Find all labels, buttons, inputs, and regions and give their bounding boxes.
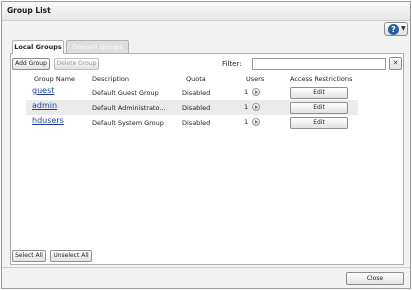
title-bar: Group List xyxy=(2,2,410,21)
group-link-guest[interactable]: guest xyxy=(32,86,54,95)
unselect-all-button[interactable]: Unselect All xyxy=(50,250,92,262)
show-users-icon[interactable] xyxy=(252,118,260,126)
group-quota: Disabled xyxy=(182,104,211,112)
group-description: Default Administrato... xyxy=(92,104,166,112)
group-description: Default Guest Group xyxy=(92,89,159,97)
edit-access-button[interactable]: Edit xyxy=(290,87,348,99)
close-button[interactable]: Close xyxy=(346,272,404,285)
group-quota: Disabled xyxy=(182,119,211,127)
edit-access-button[interactable]: Edit xyxy=(290,117,348,129)
group-user-count: 1 xyxy=(244,88,249,96)
column-header-description[interactable]: Description xyxy=(92,75,129,83)
window-title: Group List xyxy=(7,6,51,15)
column-header-users[interactable]: Users xyxy=(246,75,264,83)
group-list-window: Group List ? ▼ Local Groups Domain Group… xyxy=(1,1,411,289)
clear-filter-icon[interactable]: ✕ xyxy=(389,57,402,70)
filter-input[interactable] xyxy=(252,58,386,70)
column-header-access-restrictions[interactable]: Access Restrictions xyxy=(290,75,352,83)
show-users-icon[interactable] xyxy=(252,103,260,111)
add-group-button[interactable]: Add Group xyxy=(12,58,50,70)
filter-label: Filter: xyxy=(222,60,242,68)
group-link-admin[interactable]: admin xyxy=(32,101,57,110)
help-icon: ? xyxy=(388,24,399,35)
footer-divider xyxy=(2,267,410,268)
column-header-group-name[interactable]: Group Name xyxy=(34,75,75,83)
group-user-count: 1 xyxy=(244,118,249,126)
show-users-icon[interactable] xyxy=(252,88,260,96)
group-description: Default System Group xyxy=(92,119,164,127)
delete-group-button[interactable]: Delete Group xyxy=(54,58,99,70)
group-user-count: 1 xyxy=(244,103,249,111)
help-button[interactable]: ? ▼ xyxy=(384,22,408,36)
group-link-hdusers[interactable]: hdusers xyxy=(32,116,64,125)
table-row: admin Default Administrato... Disabled 1… xyxy=(26,100,358,115)
group-quota: Disabled xyxy=(182,89,211,97)
tab-domain-groups[interactable]: Domain Groups xyxy=(66,40,129,53)
tab-local-groups[interactable]: Local Groups xyxy=(12,40,64,54)
table-row: hdusers Default System Group Disabled 1 … xyxy=(26,115,358,130)
edit-access-button[interactable]: Edit xyxy=(290,102,348,114)
select-all-button[interactable]: Select All xyxy=(12,250,46,262)
table-row: guest Default Guest Group Disabled 1 Edi… xyxy=(26,85,358,100)
chevron-down-icon: ▼ xyxy=(401,25,406,32)
column-header-quota[interactable]: Quota xyxy=(186,75,206,83)
